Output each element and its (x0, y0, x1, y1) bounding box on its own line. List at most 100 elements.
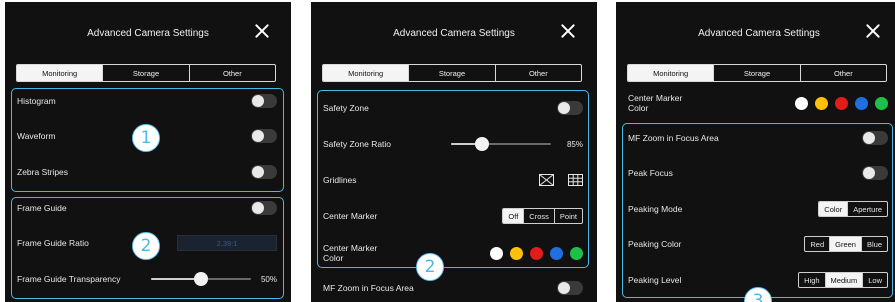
swatch-green[interactable] (875, 96, 888, 110)
peaking-color-green[interactable]: Green (829, 237, 861, 251)
tab-bar: Monitoring Storage Other (322, 64, 582, 82)
swatch-blue[interactable] (550, 246, 563, 260)
row-gridlines: Gridlines (323, 170, 583, 190)
panel-title: Advanced Camera Settings (698, 28, 820, 39)
row-histogram: Histogram (17, 91, 277, 111)
center-marker-color-label: Center Marker Color (628, 93, 682, 113)
close-icon[interactable] (255, 24, 269, 38)
swatch-yellow[interactable] (815, 96, 828, 110)
safety-zone-ratio-value: 85% (566, 139, 583, 149)
center-marker-label: Center Marker (323, 211, 378, 221)
tab-bar: Monitoring Storage Other (627, 64, 887, 82)
waveform-toggle[interactable] (251, 129, 277, 143)
swatch-red[interactable] (530, 246, 543, 260)
peaking-color-red[interactable]: Red (805, 237, 829, 251)
tab-other[interactable]: Other (494, 65, 581, 81)
swatch-white[interactable] (795, 96, 808, 110)
camera-settings-panel-monitoring-2: Advanced Camera Settings Monitoring Stor… (311, 2, 597, 302)
tab-bar: Monitoring Storage Other (16, 64, 276, 82)
peaking-color-segmented: Red Green Blue (804, 236, 888, 252)
peaking-mode-label: Peaking Mode (628, 204, 683, 214)
row-frame-guide: Frame Guide (17, 198, 277, 218)
tab-monitoring[interactable]: Monitoring (17, 65, 103, 81)
color-swatches (795, 96, 888, 110)
center-marker-segmented: Off Cross Point (502, 208, 583, 224)
peaking-mode-segmented: Color Aperture (818, 201, 888, 217)
frame-guide-transparency-label: Frame Guide Transparency (17, 274, 121, 284)
row-safety-zone-ratio: Safety Zone Ratio 85% (323, 134, 583, 154)
mf-zoom-toggle[interactable] (557, 281, 583, 295)
tab-storage[interactable]: Storage (102, 65, 188, 81)
tab-storage[interactable]: Storage (408, 65, 494, 81)
frame-guide-label: Frame Guide (17, 203, 67, 213)
panel-title: Advanced Camera Settings (87, 28, 209, 39)
peak-focus-toggle[interactable] (862, 166, 888, 180)
transparency-value: 50% (260, 274, 277, 284)
gridlines-grid-icon[interactable] (568, 174, 583, 186)
center-marker-cross[interactable]: Cross (523, 209, 554, 223)
gridlines-diagonal-icon[interactable] (539, 174, 554, 186)
row-zebra-stripes: Zebra Stripes (17, 162, 277, 182)
tab-other[interactable]: Other (188, 65, 275, 81)
peaking-level-low[interactable]: Low (862, 273, 887, 287)
swatch-yellow[interactable] (510, 246, 523, 260)
label-line-1: Center Marker (323, 243, 378, 253)
label-line-2: Color (323, 253, 344, 263)
waveform-label: Waveform (17, 131, 56, 141)
tab-monitoring[interactable]: Monitoring (323, 65, 409, 81)
close-icon[interactable] (561, 24, 575, 38)
callout-badge-1: 1 (132, 124, 160, 152)
mf-zoom-toggle[interactable] (862, 131, 888, 145)
row-center-marker-color: Center Marker Color (323, 241, 583, 265)
label-line-1: Center Marker (628, 93, 683, 103)
row-peaking-color: Peaking Color Red Green Blue (628, 234, 888, 254)
close-icon[interactable] (866, 24, 880, 38)
slider-knob[interactable] (475, 137, 490, 151)
peaking-mode-aperture[interactable]: Aperture (847, 202, 887, 216)
swatch-red[interactable] (835, 96, 848, 110)
peaking-mode-color[interactable]: Color (819, 202, 848, 216)
histogram-label: Histogram (17, 96, 56, 106)
center-marker-color-label: Center Marker Color (323, 243, 377, 263)
center-marker-off[interactable]: Off (503, 209, 524, 223)
callout-badge-2: 2 (132, 232, 160, 260)
slider-knob[interactable] (193, 272, 208, 286)
color-swatches (490, 246, 583, 260)
camera-settings-panel-monitoring-3: Advanced Camera Settings Monitoring Stor… (616, 2, 895, 302)
peak-focus-label: Peak Focus (628, 168, 673, 178)
tab-monitoring[interactable]: Monitoring (628, 65, 714, 81)
tab-storage[interactable]: Storage (713, 65, 799, 81)
label-line-2: Color (628, 103, 649, 113)
zebra-stripes-toggle[interactable] (251, 165, 277, 179)
transparency-slider[interactable] (150, 272, 251, 286)
histogram-toggle[interactable] (251, 94, 277, 108)
row-peaking-mode: Peaking Mode Color Aperture (628, 199, 888, 219)
row-center-marker-color: Center Marker Color (628, 91, 888, 115)
camera-settings-panel-monitoring-1: Advanced Camera Settings Monitoring Stor… (5, 2, 291, 302)
safety-zone-ratio-slider[interactable] (450, 137, 551, 151)
row-mf-zoom: MF Zoom in Focus Area (628, 128, 888, 148)
peaking-level-medium[interactable]: Medium (824, 273, 863, 287)
center-marker-point[interactable]: Point (553, 209, 582, 223)
safety-zone-toggle[interactable] (557, 101, 583, 115)
frame-guide-toggle[interactable] (251, 201, 277, 215)
row-center-marker: Center Marker Off Cross Point (323, 206, 583, 226)
frame-guide-ratio-select[interactable]: 2.39:1 (177, 235, 277, 251)
gridlines-label: Gridlines (323, 175, 357, 185)
peaking-level-high[interactable]: High (799, 273, 824, 287)
row-peak-focus: Peak Focus (628, 163, 888, 183)
swatch-blue[interactable] (855, 96, 868, 110)
panel-title: Advanced Camera Settings (393, 28, 515, 39)
zebra-stripes-label: Zebra Stripes (17, 167, 69, 177)
swatch-white[interactable] (490, 246, 503, 260)
swatch-green[interactable] (570, 246, 583, 260)
mf-zoom-label: MF Zoom in Focus Area (628, 133, 719, 143)
tab-other[interactable]: Other (799, 65, 886, 81)
safety-zone-ratio-label: Safety Zone Ratio (323, 139, 392, 149)
frame-guide-ratio-label: Frame Guide Ratio (17, 238, 89, 248)
row-frame-guide-transparency: Frame Guide Transparency 50% (17, 269, 277, 289)
row-mf-zoom: MF Zoom in Focus Area (323, 278, 583, 298)
row-safety-zone: Safety Zone (323, 98, 583, 118)
peaking-color-blue[interactable]: Blue (860, 237, 887, 251)
safety-zone-label: Safety Zone (323, 103, 369, 113)
